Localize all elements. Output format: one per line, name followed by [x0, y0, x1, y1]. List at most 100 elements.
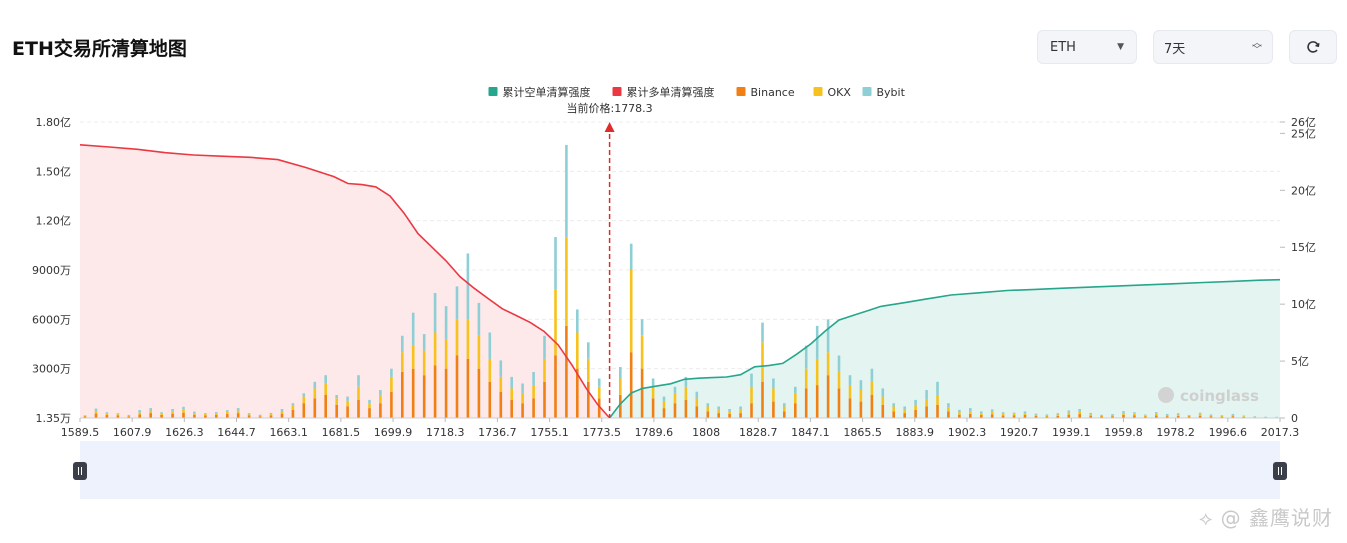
bar-binance [182, 412, 185, 418]
bar-okx [171, 411, 174, 414]
x-tick-label: 1808 [692, 426, 720, 439]
bar-bybit [1144, 414, 1147, 416]
bar-binance [466, 358, 470, 418]
bar-binance [324, 395, 327, 418]
bar-okx [619, 378, 622, 395]
bar-binance [739, 413, 742, 418]
bar-okx [488, 358, 492, 382]
bar-okx [1187, 415, 1191, 417]
bar-binance [640, 368, 644, 418]
bar-okx [881, 396, 885, 405]
current-price-arrow [604, 122, 615, 132]
x-tick-label: 1996.6 [1209, 426, 1248, 439]
bar-bybit [969, 408, 972, 412]
bar-okx [1001, 413, 1005, 416]
bar-okx [717, 409, 720, 414]
bar-bybit [105, 412, 109, 414]
bar-okx [673, 393, 677, 404]
bar-binance [969, 413, 972, 418]
bar-bybit [587, 342, 590, 359]
bar-bybit [870, 368, 874, 382]
bar-okx [684, 386, 688, 400]
bar-binance [543, 381, 546, 418]
bar-okx [466, 319, 470, 359]
legend-swatch [862, 87, 872, 96]
bar-okx [629, 270, 633, 353]
bar-okx [640, 335, 644, 369]
bar-binance [346, 406, 349, 418]
bar-okx [892, 406, 895, 412]
bar-bybit [1242, 415, 1246, 417]
bar-okx [990, 411, 994, 415]
bar-binance [695, 406, 699, 418]
bar-bybit [1155, 412, 1158, 414]
bar-bybit [226, 410, 229, 412]
bar-binance [706, 411, 710, 418]
bar-binance [379, 403, 382, 418]
bar-okx [105, 413, 109, 416]
bar-bybit [629, 243, 633, 270]
bar-okx [848, 385, 852, 399]
bar-binance [94, 413, 98, 418]
legend-label: 累计多单清算强度 [627, 85, 715, 99]
bar-bybit [357, 375, 360, 387]
legend-swatch [813, 87, 823, 96]
bar-okx [914, 404, 917, 410]
bar-bybit [554, 237, 557, 290]
legend-label: Bybit [877, 86, 906, 99]
slider-handle-left[interactable] [73, 462, 87, 480]
y-right-tick-label: 26亿 [1291, 116, 1316, 129]
legend-swatch [612, 87, 622, 96]
bar-okx [587, 358, 590, 382]
bar-okx [1176, 414, 1180, 416]
bar-bybit [1012, 412, 1016, 414]
bar-bybit [1198, 412, 1202, 415]
bar-okx [401, 352, 404, 372]
bar-bybit [149, 408, 152, 411]
bar-okx [597, 386, 601, 399]
bar-bybit [914, 399, 917, 405]
bar-bybit [401, 335, 404, 353]
bar-okx [947, 407, 950, 412]
bar-binance [629, 352, 633, 418]
bar-bybit [1001, 412, 1005, 414]
y-left-tick-label: 3000万 [32, 363, 71, 376]
bar-bybit [903, 406, 906, 410]
bar-okx [903, 409, 906, 414]
long-area [80, 144, 610, 419]
bar-binance [313, 398, 317, 418]
bar-bybit [1034, 413, 1038, 415]
bar-bybit [1078, 409, 1081, 412]
bar-bybit [706, 403, 710, 407]
bar-okx [291, 405, 295, 410]
legend-label: OKX [828, 86, 852, 99]
bar-bybit [94, 408, 98, 412]
bar-binance [138, 414, 141, 418]
bar-bybit [1067, 410, 1071, 413]
bar-bybit [619, 367, 622, 379]
bar-bybit [1045, 414, 1049, 416]
bar-bybit [576, 309, 579, 333]
bar-okx [1133, 413, 1136, 416]
bar-bybit [335, 395, 338, 399]
bar-okx [925, 399, 928, 407]
bar-binance [837, 388, 841, 418]
bar-bybit [236, 408, 240, 411]
bar-bybit [313, 381, 317, 389]
x-tick-label: 1663.1 [269, 426, 308, 439]
bar-bybit [1133, 412, 1136, 414]
bar-binance [794, 403, 797, 418]
bar-okx [1023, 413, 1027, 416]
bar-bybit [422, 334, 426, 351]
slider-handle-right[interactable] [1273, 462, 1287, 480]
bar-bybit [815, 325, 819, 359]
bar-okx [532, 385, 535, 399]
bar-binance [226, 414, 229, 418]
bar-bybit [881, 388, 885, 397]
bar-binance [488, 381, 492, 418]
bar-bybit [990, 409, 994, 412]
bar-okx [379, 395, 382, 404]
bar-okx [510, 388, 513, 400]
bar-binance [815, 385, 819, 418]
x-tick-label: 1681.5 [322, 426, 361, 439]
